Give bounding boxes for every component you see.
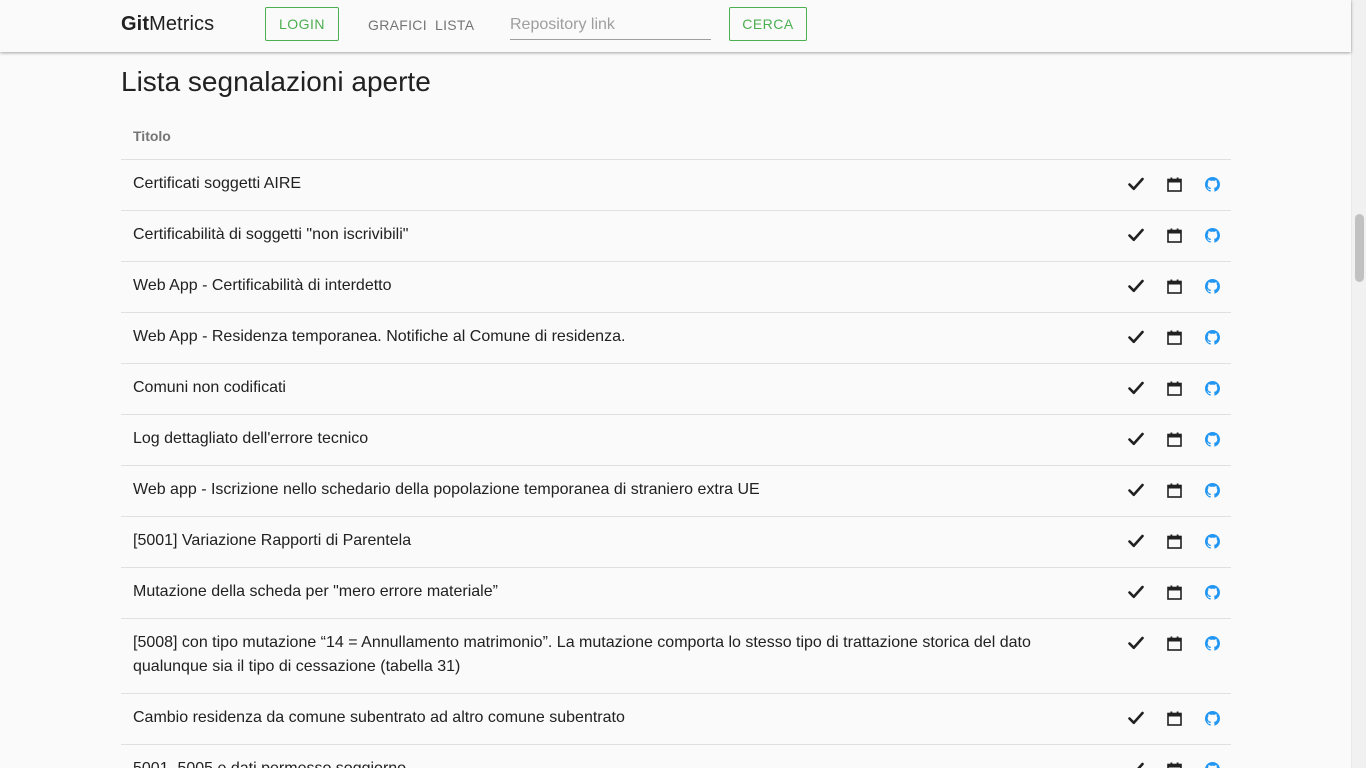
top-app-bar: GitMetrics LOGIN GRAFICI LISTA CERCA bbox=[0, 0, 1351, 52]
scrollbar-thumb[interactable] bbox=[1355, 214, 1364, 282]
github-icon[interactable] bbox=[1202, 759, 1222, 768]
nav-lista[interactable]: LISTA bbox=[435, 17, 474, 33]
github-icon[interactable] bbox=[1202, 276, 1222, 296]
page-scrollbar[interactable] bbox=[1351, 0, 1366, 768]
row-actions bbox=[1121, 759, 1231, 768]
brand-logo[interactable]: GitMetrics bbox=[121, 13, 214, 36]
check-icon[interactable] bbox=[1126, 378, 1146, 398]
nav-grafici[interactable]: GRAFICI bbox=[368, 17, 427, 33]
issue-title: 5001, 5005 e dati permesso soggiorno bbox=[133, 757, 1121, 768]
table-row: Cambio residenza da comune subentrato ad… bbox=[121, 694, 1231, 745]
search-button[interactable]: CERCA bbox=[729, 7, 807, 41]
check-icon[interactable] bbox=[1126, 327, 1146, 347]
row-actions bbox=[1121, 429, 1231, 449]
table-row: Certificabilità di soggetti "non iscrivi… bbox=[121, 211, 1231, 262]
table-row: 5001, 5005 e dati permesso soggiorno bbox=[121, 745, 1231, 768]
calendar-icon[interactable] bbox=[1164, 633, 1184, 653]
github-icon[interactable] bbox=[1202, 531, 1222, 551]
calendar-icon[interactable] bbox=[1164, 708, 1184, 728]
table-row: [5001] Variazione Rapporti di Parentela bbox=[121, 517, 1231, 568]
table-row: Log dettagliato dell'errore tecnico bbox=[121, 415, 1231, 466]
issue-title: Web App - Certificabilità di interdetto bbox=[133, 277, 392, 294]
row-actions bbox=[1121, 531, 1231, 551]
issue-title: Comuni non codificati bbox=[133, 379, 286, 396]
row-actions bbox=[1121, 174, 1231, 194]
calendar-icon[interactable] bbox=[1164, 480, 1184, 500]
check-icon[interactable] bbox=[1126, 582, 1146, 602]
github-icon[interactable] bbox=[1202, 429, 1222, 449]
issue-title: Certificabilità di soggetti "non iscrivi… bbox=[133, 226, 409, 243]
brand-bold: Git bbox=[121, 13, 150, 35]
calendar-icon[interactable] bbox=[1164, 378, 1184, 398]
table-row: Comuni non codificati bbox=[121, 364, 1231, 415]
issue-title: Cambio residenza da comune subentrato ad… bbox=[133, 709, 625, 726]
issue-title: Log dettagliato dell'errore tecnico bbox=[133, 430, 369, 447]
table-row: Web App - Residenza temporanea. Notifich… bbox=[121, 313, 1231, 364]
row-actions bbox=[1121, 276, 1231, 296]
row-actions bbox=[1121, 327, 1231, 347]
check-icon[interactable] bbox=[1126, 429, 1146, 449]
login-button[interactable]: LOGIN bbox=[265, 7, 339, 41]
check-icon[interactable] bbox=[1126, 174, 1146, 194]
github-icon[interactable] bbox=[1202, 327, 1222, 347]
github-icon[interactable] bbox=[1202, 633, 1222, 653]
row-actions bbox=[1121, 582, 1231, 602]
row-actions bbox=[1121, 378, 1231, 398]
issue-title: Mutazione della scheda per "mero errore … bbox=[133, 583, 498, 600]
issue-title: [5008] con tipo mutazione “14 = Annullam… bbox=[133, 634, 1031, 675]
table-row: [5008] con tipo mutazione “14 = Annullam… bbox=[121, 619, 1231, 694]
check-icon[interactable] bbox=[1126, 480, 1146, 500]
issue-title: [5001] Variazione Rapporti di Parentela bbox=[133, 532, 412, 549]
check-icon[interactable] bbox=[1126, 759, 1146, 768]
calendar-icon[interactable] bbox=[1164, 276, 1184, 296]
issue-title: Web app - Iscrizione nello schedario del… bbox=[133, 481, 760, 498]
table-row: Certificati soggetti AIRE bbox=[121, 160, 1231, 211]
table-row: Mutazione della scheda per "mero errore … bbox=[121, 568, 1231, 619]
table-body: Certificati soggetti AIRE Certificabilit… bbox=[121, 160, 1231, 768]
check-icon[interactable] bbox=[1126, 708, 1146, 728]
check-icon[interactable] bbox=[1126, 276, 1146, 296]
page-title: Lista segnalazioni aperte bbox=[121, 66, 431, 97]
check-icon[interactable] bbox=[1126, 633, 1146, 653]
github-icon[interactable] bbox=[1202, 174, 1222, 194]
calendar-icon[interactable] bbox=[1164, 582, 1184, 602]
github-icon[interactable] bbox=[1202, 582, 1222, 602]
calendar-icon[interactable] bbox=[1164, 327, 1184, 347]
calendar-icon[interactable] bbox=[1164, 225, 1184, 245]
table-row: Web App - Certificabilità di interdetto bbox=[121, 262, 1231, 313]
check-icon[interactable] bbox=[1126, 225, 1146, 245]
row-actions bbox=[1121, 480, 1231, 500]
calendar-icon[interactable] bbox=[1164, 174, 1184, 194]
check-icon[interactable] bbox=[1126, 531, 1146, 551]
row-actions bbox=[1121, 633, 1231, 653]
calendar-icon[interactable] bbox=[1164, 531, 1184, 551]
repository-link-input[interactable] bbox=[510, 10, 711, 40]
brand-rest: Metrics bbox=[149, 13, 215, 35]
calendar-icon[interactable] bbox=[1164, 429, 1184, 449]
github-icon[interactable] bbox=[1202, 225, 1222, 245]
issues-table: Titolo Certificati soggetti AIRE Certifi… bbox=[121, 112, 1231, 768]
github-icon[interactable] bbox=[1202, 708, 1222, 728]
issue-title: Web App - Residenza temporanea. Notifich… bbox=[133, 328, 626, 345]
row-actions bbox=[1121, 708, 1231, 728]
github-icon[interactable] bbox=[1202, 378, 1222, 398]
issue-title: Certificati soggetti AIRE bbox=[133, 175, 302, 192]
table-row: Web app - Iscrizione nello schedario del… bbox=[121, 466, 1231, 517]
row-actions bbox=[1121, 225, 1231, 245]
column-header-title: Titolo bbox=[133, 127, 171, 144]
table-header: Titolo bbox=[121, 112, 1231, 160]
github-icon[interactable] bbox=[1202, 480, 1222, 500]
calendar-icon[interactable] bbox=[1164, 759, 1184, 768]
